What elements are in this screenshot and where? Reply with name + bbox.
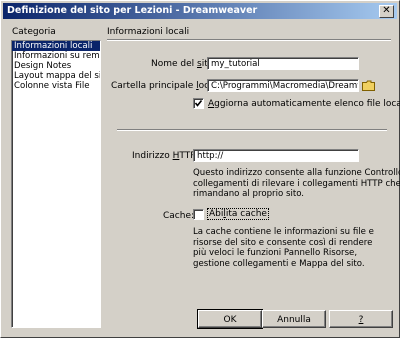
close-icon[interactable]: ✕ xyxy=(379,5,394,18)
http-address-label: Indirizzo HTTP: xyxy=(132,151,199,161)
heading-divider xyxy=(107,39,391,41)
category-item-file-view-columns[interactable]: Colonne vista File xyxy=(12,81,100,91)
ok-button[interactable]: OK xyxy=(197,309,263,329)
enable-cache-label: Abilita cache xyxy=(207,208,269,220)
category-item-site-map-layout[interactable]: Layout mappa del sito xyxy=(12,71,100,81)
cache-label: Cache: xyxy=(163,211,195,221)
auto-refresh-checkbox[interactable] xyxy=(193,98,204,109)
enable-cache-checkbox[interactable] xyxy=(193,209,204,220)
category-item-local-info[interactable]: Informazioni locali xyxy=(12,41,100,51)
auto-refresh-label: Aggiorna automaticamente elenco file loc… xyxy=(208,99,400,109)
help-button[interactable]: ? xyxy=(329,310,393,328)
http-address-field[interactable]: http:// xyxy=(193,149,359,162)
site-name-field[interactable]: my_tutorial xyxy=(207,57,359,70)
category-heading: Categoria xyxy=(12,27,56,37)
category-list: Informazioni locali Informazioni su remo… xyxy=(11,40,101,328)
root-folder-field[interactable]: C:\Programmi\Macromedia\Dreamwea xyxy=(207,79,359,92)
cache-description: La cache contiene le informazioni su fil… xyxy=(193,227,374,269)
window-title: Definizione del sito per Lezioni - Dream… xyxy=(7,5,258,16)
section-heading: Informazioni locali xyxy=(107,27,190,37)
http-description: Questo indirizzo consente alla funzione … xyxy=(193,168,400,199)
folder-icon[interactable] xyxy=(362,80,375,91)
checkmark-icon xyxy=(194,100,203,107)
cancel-button[interactable]: Annulla xyxy=(262,310,326,328)
category-item-remote-info[interactable]: Informazioni su remoto xyxy=(12,51,100,61)
site-definition-dialog: Definizione del sito per Lezioni - Dream… xyxy=(0,0,400,338)
section-divider xyxy=(117,129,387,131)
title-bar[interactable]: Definizione del sito per Lezioni - Dream… xyxy=(3,3,397,19)
category-item-design-notes[interactable]: Design Notes xyxy=(12,61,100,71)
